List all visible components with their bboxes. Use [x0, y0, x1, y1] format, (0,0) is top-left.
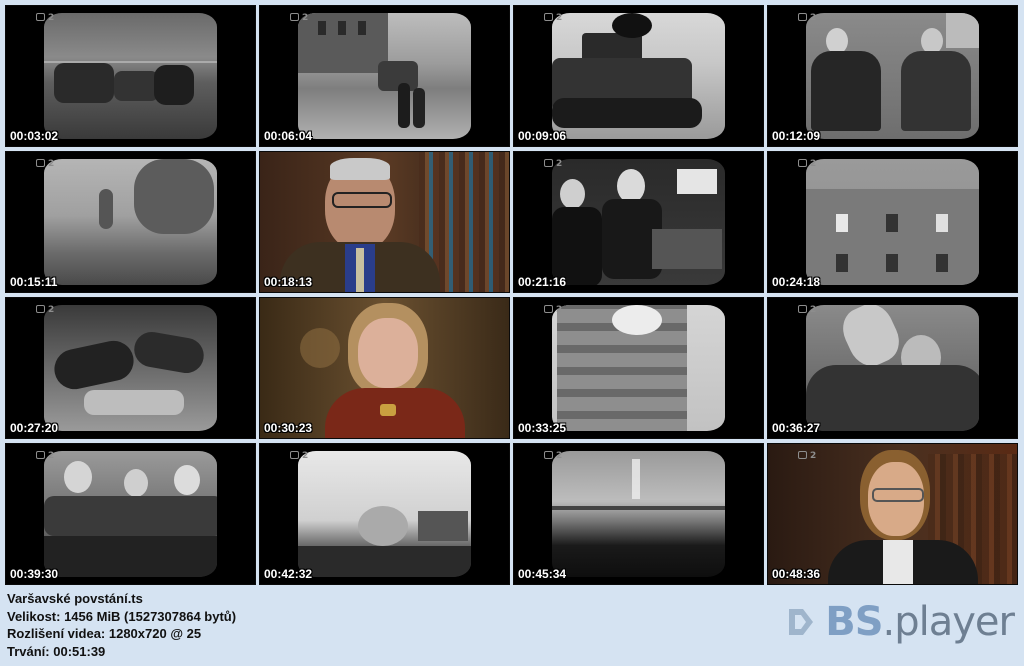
thumbnail-grid: 2 00:03:02 2 00:06:04 2 00:09:06 2 00:12… [5, 5, 1018, 585]
timecode: 00:36:27 [772, 421, 821, 435]
channel-logo: 2 [798, 451, 817, 461]
channel-logo: 2 [544, 305, 563, 315]
scene-river-bridge [552, 451, 725, 577]
scene-interview-man-glasses [260, 152, 509, 292]
brand-player: .player [882, 599, 1015, 645]
video-resolution: Rozlišení videa: 1280x720 @ 25 [7, 626, 202, 641]
timecode: 00:27:20 [10, 421, 59, 435]
channel-logo: 2 [798, 159, 817, 169]
thumbnail-9: 2 00:27:20 [5, 297, 256, 439]
channel-logo: 2 [36, 159, 55, 169]
scene-officers-seated [806, 13, 979, 139]
scene-crowd-hands [806, 305, 979, 431]
scene-apartment-block [552, 305, 725, 431]
timecode: 00:30:23 [264, 421, 313, 435]
thumbnail-16: 2 00:48:36 [767, 443, 1018, 585]
thumbnail-3: 2 00:09:06 [513, 5, 764, 147]
channel-logo: 2 [290, 13, 309, 23]
channel-logo: 2 [544, 159, 563, 169]
thumbnail-13: 2 00:39:30 [5, 443, 256, 585]
channel-logo: 2 [798, 305, 817, 315]
thumbnail-5: 2 00:15:11 [5, 151, 256, 293]
file-size: Velikost: 1456 MiB (1527307864 bytů) [7, 608, 237, 624]
video-duration: Trvání: 00:51:39 [7, 643, 106, 659]
timecode: 00:24:18 [772, 275, 821, 289]
channel-logo: 2 [544, 13, 563, 23]
scene-battlefield [44, 13, 217, 139]
channel-logo: 2 [36, 13, 55, 23]
timecode: 00:15:11 [10, 275, 58, 289]
scene-men-at-radio [552, 159, 725, 285]
channel-logo: 2 [36, 451, 55, 461]
thumbnail-1: 2 00:03:02 [5, 5, 256, 147]
thumbnail-14: 2 00:42:32 [259, 443, 510, 585]
scene-street [298, 13, 471, 139]
brand-text: BS.player [825, 599, 1015, 645]
thumbnail-2: 2 00:06:04 [259, 5, 510, 147]
thumbnail-7: 2 00:21:16 [513, 151, 764, 293]
timecode: 00:21:16 [518, 275, 567, 289]
timecode: 00:06:04 [264, 129, 313, 143]
bs-player-logo-icon [789, 609, 814, 635]
file-info: Varšavské povstání.ts Velikost: 1456 MiB… [7, 590, 236, 660]
brand-bs: BS [825, 599, 883, 645]
channel-logo: 2 [544, 451, 563, 461]
thumbnail-15: 2 00:45:34 [513, 443, 764, 585]
timecode: 00:39:30 [10, 567, 59, 581]
channel-logo: 2 [290, 451, 309, 461]
timecode: 00:48:36 [772, 567, 821, 581]
timecode: 00:12:09 [772, 129, 821, 143]
channel-logo: 2 [36, 305, 55, 315]
timecode: 00:42:32 [264, 567, 313, 581]
scene-rubble [44, 305, 217, 431]
scene-city-explosion [298, 451, 471, 577]
thumbnail-11: 2 00:33:25 [513, 297, 764, 439]
thumbnail-4: 2 00:12:09 [767, 5, 1018, 147]
timecode: 00:45:34 [518, 567, 567, 581]
scene-interview-woman [260, 298, 509, 438]
scene-interview-man-long-hair [768, 444, 1017, 584]
scene-women-at-table [44, 451, 217, 577]
scene-burning-building [806, 159, 979, 285]
timecode: 00:18:13 [264, 275, 313, 289]
thumbnail-6: 00:18:13 [259, 151, 510, 293]
timecode: 00:03:02 [10, 129, 59, 143]
scene-tank [552, 13, 725, 139]
thumbnail-10: 00:30:23 [259, 297, 510, 439]
file-name: Varšavské povstání.ts [7, 591, 143, 606]
channel-logo: 2 [798, 13, 817, 23]
thumbnail-12: 2 00:36:27 [767, 297, 1018, 439]
timecode: 00:09:06 [518, 129, 567, 143]
scene-smoke-field [44, 159, 217, 285]
thumbnail-8: 2 00:24:18 [767, 151, 1018, 293]
bs-player-logo: BS.player [787, 599, 1015, 645]
timecode: 00:33:25 [518, 421, 567, 435]
